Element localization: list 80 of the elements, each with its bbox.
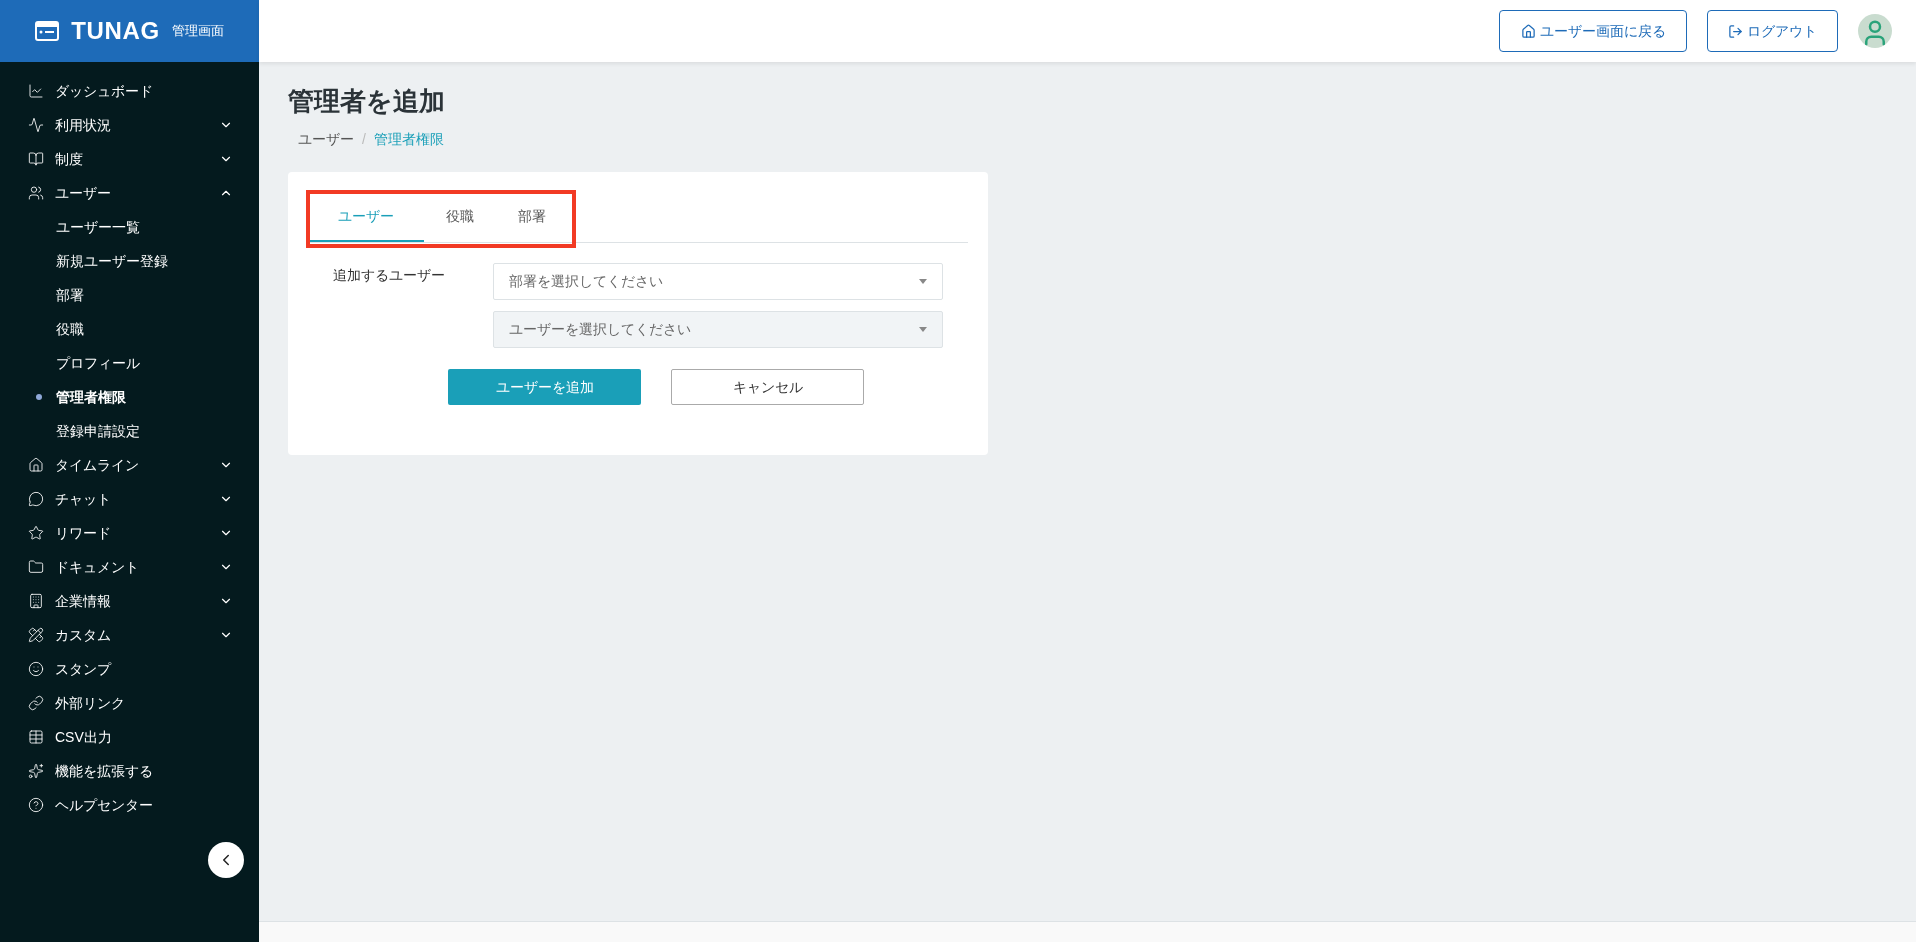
select-placeholder: ユーザーを選択してください <box>509 320 691 339</box>
sidebar-item[interactable]: チャット <box>0 482 259 516</box>
sidebar-label: リワード <box>55 523 112 543</box>
avatar[interactable] <box>1858 14 1892 48</box>
sidebar-label: カスタム <box>55 625 112 645</box>
sidebar-label: CSV出力 <box>55 727 113 747</box>
sidebar-item[interactable]: 外部リンク <box>0 686 259 720</box>
speech-bubble-icon <box>28 491 44 507</box>
sidebar-item[interactable]: CSV出力 <box>0 720 259 754</box>
select-placeholder: 部署を選択してください <box>509 272 663 291</box>
breadcrumb-link[interactable]: ユーザー <box>298 129 354 150</box>
back-to-user-screen-button[interactable]: ユーザー画面に戻る <box>1499 10 1687 52</box>
sidebar-sublabel: 新規ユーザー登録 <box>56 251 168 271</box>
sidebar-label: タイムライン <box>55 455 140 475</box>
sidebar-sublabel: 管理者権限 <box>56 387 126 407</box>
dropdown-caret-icon <box>919 327 927 332</box>
sidebar-sublabel: プロフィール <box>56 353 140 373</box>
sidebar-item[interactable]: スタンプ <box>0 652 259 686</box>
sidebar-item[interactable]: リワード <box>0 516 259 550</box>
help-icon <box>28 797 44 813</box>
logo-wordmark: TUNAG <box>71 16 160 46</box>
sidebar-item[interactable]: カスタム <box>0 618 259 652</box>
sidebar-subitem[interactable]: 登録申請設定 <box>0 414 259 448</box>
star-icon <box>28 525 44 541</box>
sidebar-sublabel: ユーザー一覧 <box>56 217 140 237</box>
tab[interactable]: 役職 <box>424 192 496 242</box>
table-icon <box>28 729 44 745</box>
sidebar-label: 制度 <box>55 149 84 169</box>
sidebar-item[interactable]: ダッシュボード <box>0 74 259 108</box>
breadcrumb-separator: / <box>362 130 366 149</box>
book-icon <box>28 151 44 167</box>
sidebar-sublabel: 役職 <box>56 319 84 339</box>
sidebar-label: チャット <box>55 489 112 509</box>
sidebar-item[interactable]: ヘルプセンター <box>0 788 259 822</box>
tab[interactable]: 部署 <box>496 192 568 242</box>
pencil-ruler-icon <box>28 627 44 643</box>
sidebar-label: ヘルプセンター <box>55 795 154 815</box>
sidebar-item[interactable]: ドキュメント <box>0 550 259 584</box>
select-field[interactable]: 部署を選択してください <box>493 263 943 300</box>
sidebar-item[interactable]: タイムライン <box>0 448 259 482</box>
sidebar-item[interactable]: 機能を拡張する <box>0 754 259 788</box>
house-icon <box>1520 23 1536 39</box>
smiley-icon <box>28 661 44 677</box>
sidebar-subitem[interactable]: 新規ユーザー登録 <box>0 244 259 278</box>
sidebar-label: ユーザー <box>55 183 112 203</box>
logo-subtitle: 管理画面 <box>171 22 224 41</box>
users-icon <box>28 185 44 201</box>
sidebar-subitem[interactable]: 部署 <box>0 278 259 312</box>
logo-icon <box>35 21 60 41</box>
field-label: 追加するユーザー <box>333 266 446 285</box>
page-title: 管理者を追加 <box>288 85 446 118</box>
sidebar-subitem[interactable]: プロフィール <box>0 346 259 380</box>
sidebar-subitem[interactable]: 役職 <box>0 312 259 346</box>
sidebar-label: 外部リンク <box>55 693 126 713</box>
house-icon <box>28 457 44 473</box>
sidebar-item[interactable]: ユーザー <box>0 176 259 210</box>
building-icon <box>28 593 44 609</box>
collapse-sidebar-button[interactable] <box>208 842 244 878</box>
sidebar-item[interactable]: 利用状況 <box>0 108 259 142</box>
logout-button[interactable]: ログアウト <box>1707 10 1838 52</box>
cancel-button[interactable]: キャンセル <box>671 369 864 405</box>
sidebar-label: 利用状況 <box>55 115 112 135</box>
sidebar-subitem[interactable]: 管理者権限 <box>0 380 259 414</box>
sidebar-sublabel: 部署 <box>56 285 84 305</box>
sidebar-label: ダッシュボード <box>55 81 154 101</box>
sidebar-subitem[interactable]: ユーザー一覧 <box>0 210 259 244</box>
logout-icon <box>1728 23 1743 39</box>
dropdown-caret-icon <box>919 279 927 284</box>
sidebar-label: スタンプ <box>55 659 113 679</box>
pulse-icon <box>28 117 44 133</box>
folder-icon <box>28 559 44 575</box>
sidebar-item[interactable]: 企業情報 <box>0 584 259 618</box>
sparkle-icon <box>28 763 44 779</box>
sidebar-label: 機能を拡張する <box>55 761 154 781</box>
sidebar-item[interactable]: 制度 <box>0 142 259 176</box>
sidebar-label: ドキュメント <box>55 557 140 577</box>
sidebar-label: 企業情報 <box>55 591 112 611</box>
link-icon <box>28 695 44 711</box>
chart-icon <box>28 83 44 99</box>
sidebar-sublabel: 登録申請設定 <box>56 421 140 441</box>
